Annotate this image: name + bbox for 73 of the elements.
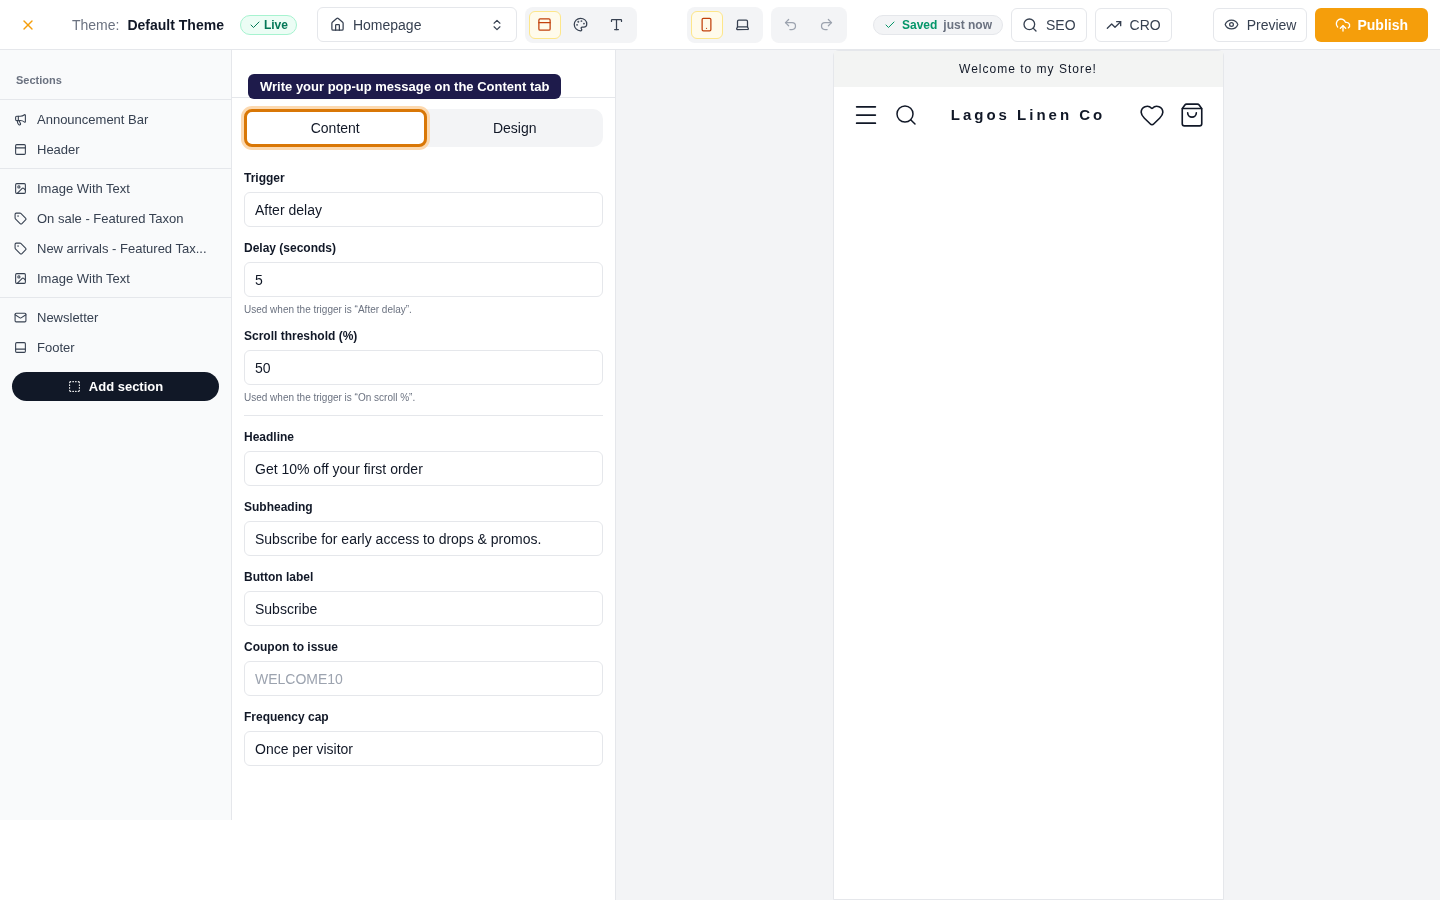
search-icon xyxy=(1022,16,1038,33)
cro-button[interactable]: CRO xyxy=(1094,7,1172,42)
theme-label: Theme: xyxy=(72,16,120,33)
field-label: Headline xyxy=(244,430,295,444)
search-icon[interactable] xyxy=(893,102,918,127)
input-field[interactable]: Subscribe xyxy=(244,591,603,626)
tag-icon xyxy=(14,241,27,255)
tooltip: Write your pop-up message on the Content tab xyxy=(248,74,562,99)
field-label: Button label xyxy=(244,570,315,584)
image-icon xyxy=(14,271,27,285)
panel-icon xyxy=(14,340,27,354)
section-label: Image With Text xyxy=(37,270,130,286)
section-label: New arrivals - Featured Tax... xyxy=(37,240,207,256)
input-field[interactable]: Get 10% off your first order xyxy=(244,451,603,486)
bag-icon[interactable] xyxy=(1178,101,1205,128)
panel-icon xyxy=(14,142,27,156)
field-hint: Used when the trigger is “On scroll %”. xyxy=(244,392,417,403)
input-field[interactable]: Once per visitor xyxy=(244,731,603,766)
layout-icon xyxy=(537,17,553,32)
theme-name: Default Theme xyxy=(127,16,224,33)
type-icon xyxy=(609,17,625,32)
palette-icon xyxy=(573,17,589,32)
save-time: just now xyxy=(943,17,992,32)
section-item[interactable]: Header xyxy=(0,134,231,164)
image-icon xyxy=(14,181,27,195)
input-field[interactable]: After delay xyxy=(244,192,603,227)
store-name: Lagos Linen Co xyxy=(949,106,1107,123)
input-field[interactable]: Subscribe for early access to drops & promos. xyxy=(244,521,603,556)
undo-icon xyxy=(783,17,799,32)
input-field[interactable]: WELCOME10 xyxy=(244,661,603,696)
field-label: Coupon to issue xyxy=(244,640,339,654)
sections-tool-button[interactable] xyxy=(528,10,561,39)
section-item[interactable]: Announcement Bar xyxy=(0,104,231,134)
tag-icon xyxy=(14,211,27,225)
live-text: Live xyxy=(263,17,288,32)
mail-icon xyxy=(14,310,27,324)
section-label: Footer xyxy=(37,339,75,355)
section-item[interactable]: Image With Text xyxy=(0,263,231,293)
field-label: Frequency cap xyxy=(244,710,330,724)
page-select[interactable]: Homepage xyxy=(316,7,517,42)
house-icon xyxy=(329,17,345,32)
section-item[interactable]: Image With Text xyxy=(0,173,231,203)
field-label: Trigger xyxy=(244,171,286,185)
section-label: Announcement Bar xyxy=(37,111,149,127)
section-label: Newsletter xyxy=(37,309,99,325)
tab[interactable]: Content xyxy=(244,109,427,147)
seo-button[interactable]: SEO xyxy=(1011,7,1087,42)
section-item[interactable]: Footer xyxy=(0,332,231,362)
field-label: Subheading xyxy=(244,500,314,514)
eye-icon xyxy=(1223,17,1239,32)
field-label: Delay (seconds) xyxy=(244,241,338,255)
field-hint: Used when the trigger is “After delay”. xyxy=(244,304,413,315)
megaphone-icon xyxy=(14,112,27,126)
input-field[interactable]: 5 xyxy=(244,262,603,297)
cloud-upload-icon xyxy=(1335,16,1352,33)
section-label: Header xyxy=(37,141,80,157)
section-label: Image With Text xyxy=(37,180,130,196)
laptop-icon xyxy=(735,17,751,32)
preview-button[interactable]: Preview xyxy=(1212,7,1308,42)
field-label: Scroll threshold (%) xyxy=(244,329,359,343)
section-item[interactable]: New arrivals - Featured Tax... xyxy=(0,233,231,263)
saved-text: Saved xyxy=(901,17,938,32)
input-field[interactable]: 50 xyxy=(244,350,603,385)
section-item[interactable]: On sale - Featured Taxon xyxy=(0,203,231,233)
phone-icon xyxy=(699,17,715,32)
section-item[interactable]: Newsletter xyxy=(0,302,231,332)
redo-icon xyxy=(819,17,835,32)
section-label: On sale - Featured Taxon xyxy=(37,210,184,226)
announcement-bar: Welcome to my Store! xyxy=(833,51,1223,87)
sidebar-title: Sections xyxy=(0,50,231,100)
add-section-button[interactable]: Add section xyxy=(12,372,219,401)
add-icon xyxy=(67,380,81,393)
tab[interactable]: Design xyxy=(426,109,603,147)
